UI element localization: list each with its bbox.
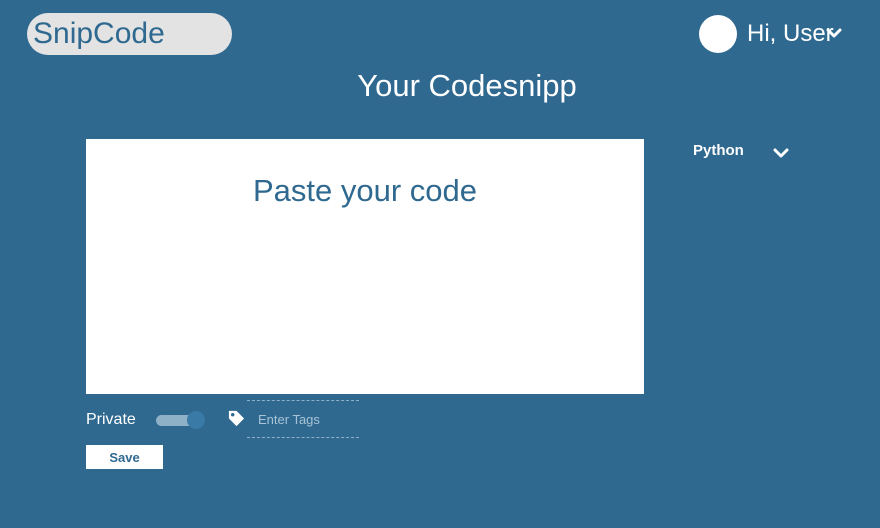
toggle-knob[interactable] [187,411,205,429]
tag-icon [228,410,245,427]
tags-input[interactable] [247,400,359,438]
language-select[interactable]: Python [693,139,793,165]
logo[interactable]: SnipCode [27,13,232,55]
save-button[interactable]: Save [86,445,163,469]
chevron-down-icon[interactable] [825,27,843,39]
language-selected-label: Python [693,142,744,159]
private-label: Private [86,411,136,428]
private-toggle[interactable] [156,411,206,429]
chevron-down-icon[interactable] [772,147,790,159]
user-greeting: Hi, User [747,20,834,47]
code-editor[interactable] [86,139,644,394]
avatar[interactable] [699,15,737,53]
page-title: Your Codesnipp [357,68,577,103]
user-menu[interactable]: Hi, User [699,15,859,53]
